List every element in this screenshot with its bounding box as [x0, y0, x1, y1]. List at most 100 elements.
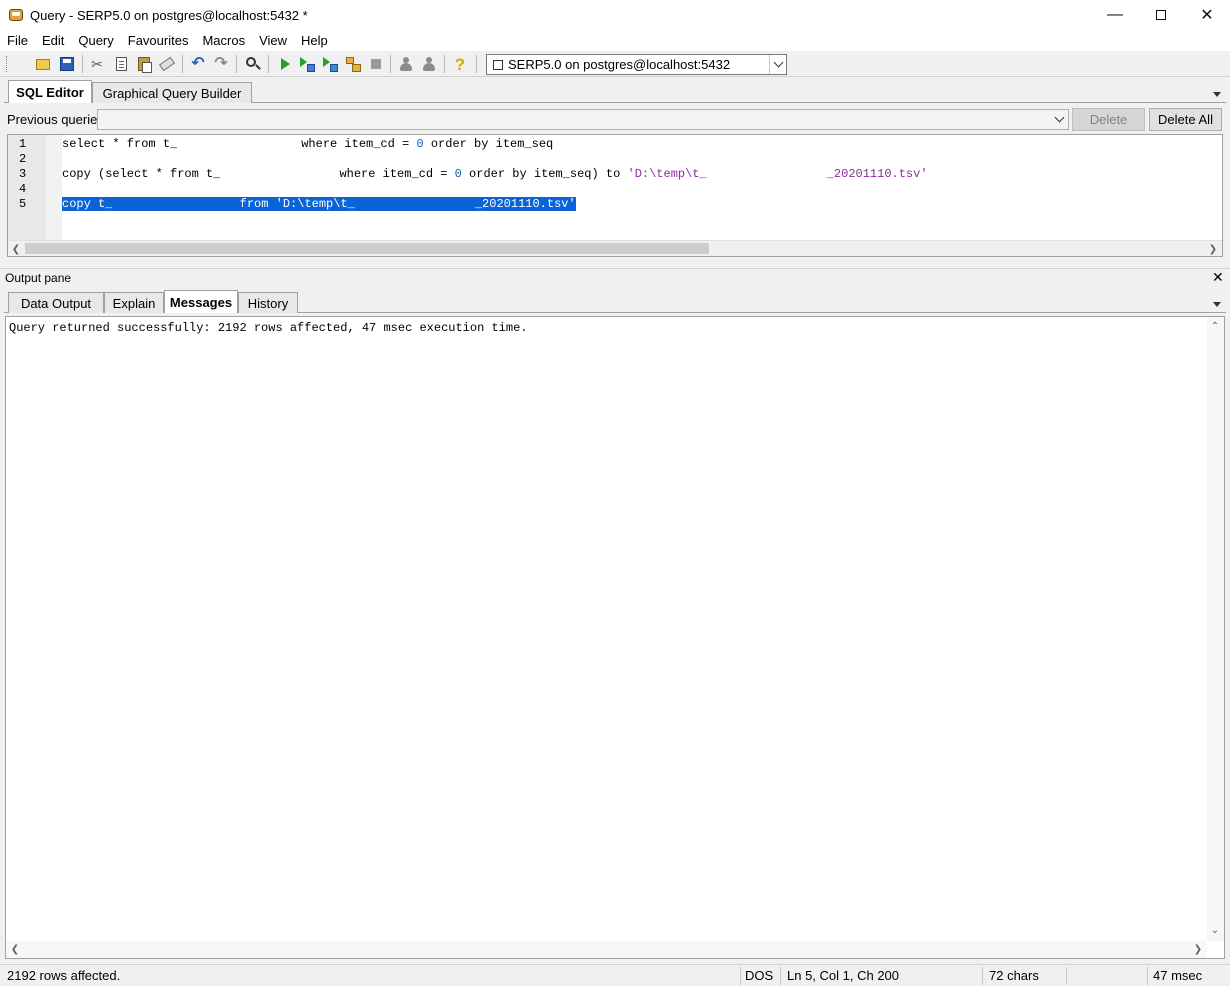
- paste-icon: [138, 57, 152, 73]
- redacted-text: [177, 137, 302, 151]
- execute-button[interactable]: [276, 55, 294, 73]
- menu-view[interactable]: View: [252, 30, 294, 51]
- find-icon: [246, 57, 256, 67]
- toolbar-separator: [182, 55, 183, 73]
- status-execution-time: 47 msec: [1153, 968, 1203, 983]
- messages-panel[interactable]: Query returned successfully: 2192 rows a…: [5, 316, 1225, 959]
- tab-graphical-query-builder[interactable]: Graphical Query Builder: [92, 82, 252, 103]
- chevron-down-icon: [1054, 112, 1065, 123]
- status-message: 2192 rows affected.: [7, 968, 121, 983]
- previous-queries-select[interactable]: [97, 109, 1069, 130]
- output-pane-close-icon[interactable]: ✕: [1212, 269, 1224, 286]
- redacted-text: [220, 167, 340, 181]
- scroll-up-icon[interactable]: ⌃: [1208, 319, 1222, 333]
- toolbar-separator: [444, 55, 445, 73]
- menu-edit[interactable]: Edit: [35, 30, 71, 51]
- maximize-button[interactable]: [1138, 0, 1184, 30]
- cut-button[interactable]: ✂: [88, 55, 106, 73]
- save-button[interactable]: [58, 55, 76, 73]
- minimize-button[interactable]: —: [1092, 0, 1138, 30]
- tab-data-output[interactable]: Data Output: [8, 292, 104, 313]
- output-pane-title: Output pane: [5, 271, 72, 285]
- messages-vertical-scrollbar[interactable]: ⌃ ⌄: [1207, 317, 1224, 941]
- connection-value: SERP5.0 on postgres@localhost:5432: [508, 57, 731, 72]
- execute-to-file-icon: [322, 56, 338, 72]
- messages-horizontal-scrollbar[interactable]: ❮ ❯: [6, 941, 1207, 958]
- query-result-message: Query returned successfully: 2192 rows a…: [9, 321, 528, 335]
- toolbar-separator: [268, 55, 269, 73]
- output-pane-header: Output pane ✕: [0, 268, 1230, 286]
- paste-button[interactable]: [135, 55, 153, 73]
- scroll-left-icon[interactable]: ❮: [8, 942, 22, 956]
- code-line-5[interactable]: copy t_ from 'D:\temp\t_ _20201110.tsv': [62, 197, 576, 212]
- menu-help[interactable]: Help: [294, 30, 335, 51]
- redo-button[interactable]: ↷: [212, 55, 230, 73]
- window-title: Query - SERP5.0 on postgres@localhost:54…: [30, 7, 308, 23]
- code-line-3[interactable]: copy (select * from t_ where item_cd = 0 …: [62, 167, 928, 182]
- tab-sql-editor[interactable]: SQL Editor: [8, 80, 92, 103]
- output-pane-menu-button[interactable]: [1212, 298, 1222, 308]
- find-button[interactable]: [244, 55, 262, 73]
- tab-history[interactable]: History: [238, 292, 298, 313]
- editor-pane-menu-button[interactable]: [1212, 88, 1222, 98]
- open-folder-icon: [36, 58, 50, 70]
- scroll-right-icon[interactable]: ❯: [1191, 942, 1205, 956]
- editor-tab-strip: SQL Editor Graphical Query Builder: [4, 80, 1226, 103]
- line-number: 2: [19, 152, 27, 166]
- cancel-button[interactable]: [367, 55, 385, 73]
- clear-button[interactable]: [158, 55, 176, 73]
- vacuum-button[interactable]: [420, 55, 438, 73]
- delete-all-button[interactable]: Delete All: [1149, 108, 1222, 131]
- redo-icon: ↷: [214, 55, 228, 72]
- menu-query[interactable]: Query: [71, 30, 120, 51]
- help-icon: ?: [454, 54, 466, 74]
- toolbar-grip[interactable]: [6, 56, 8, 72]
- previous-queries-label: Previous queries: [7, 112, 104, 127]
- menu-macros[interactable]: Macros: [195, 30, 252, 51]
- title-bar: Query - SERP5.0 on postgres@localhost:54…: [0, 0, 1230, 30]
- sql-editor[interactable]: 1 2 3 4 5 select * from t_ where item_cd …: [7, 134, 1223, 257]
- undo-button[interactable]: ↶: [189, 55, 207, 73]
- execute-to-file-button[interactable]: [321, 55, 339, 73]
- scroll-left-icon[interactable]: ❮: [9, 242, 23, 256]
- scroll-down-icon[interactable]: ⌄: [1208, 923, 1222, 937]
- toolbar: ✂ ↶ ↷ ? SERP5.0 on postgres@localhost:54…: [0, 51, 1230, 77]
- scroll-right-icon[interactable]: ❯: [1206, 242, 1220, 256]
- connection-select[interactable]: SERP5.0 on postgres@localhost:5432: [486, 54, 787, 75]
- toolbar-separator: [236, 55, 237, 73]
- save-icon: [60, 57, 74, 71]
- menu-file[interactable]: File: [0, 30, 35, 51]
- tab-messages[interactable]: Messages: [164, 290, 238, 313]
- code-line-1[interactable]: select * from t_ where item_cd = 0 order …: [62, 137, 553, 152]
- dropdown-arrow-icon: [1213, 302, 1221, 307]
- explain-analyze-button[interactable]: [397, 55, 415, 73]
- clear-icon: [158, 56, 176, 72]
- line-number: 4: [19, 182, 27, 196]
- line-number: 3: [19, 167, 27, 181]
- redacted-text: [112, 197, 233, 211]
- open-folder-button[interactable]: [34, 55, 52, 73]
- status-char-count: 72 chars: [989, 968, 1039, 983]
- vacuum-icon: [422, 57, 436, 71]
- help-button[interactable]: ?: [451, 55, 469, 73]
- explain-button[interactable]: [344, 55, 362, 73]
- tab-explain[interactable]: Explain: [104, 292, 164, 313]
- toolbar-separator: [476, 55, 477, 73]
- dropdown-arrow-icon: [1213, 92, 1221, 97]
- explain-icon: [346, 57, 361, 72]
- execute-icon: [280, 58, 290, 70]
- close-icon: ✕: [1200, 7, 1214, 24]
- copy-button[interactable]: [112, 55, 130, 73]
- line-number: 1: [19, 137, 27, 151]
- scrollbar-thumb[interactable]: [25, 243, 709, 254]
- connection-dropdown-button[interactable]: [769, 55, 786, 74]
- editor-horizontal-scrollbar[interactable]: ❮ ❯: [8, 240, 1222, 256]
- menu-favourites[interactable]: Favourites: [121, 30, 196, 51]
- menu-bar: File Edit Query Favourites Macros View H…: [0, 30, 1230, 51]
- delete-button[interactable]: Delete: [1072, 108, 1145, 131]
- redacted-text: [354, 197, 475, 211]
- toolbar-separator: [82, 55, 83, 73]
- execute-pgscript-button[interactable]: [298, 55, 316, 73]
- close-button[interactable]: ✕: [1184, 0, 1230, 30]
- maximize-icon: [1156, 10, 1166, 20]
